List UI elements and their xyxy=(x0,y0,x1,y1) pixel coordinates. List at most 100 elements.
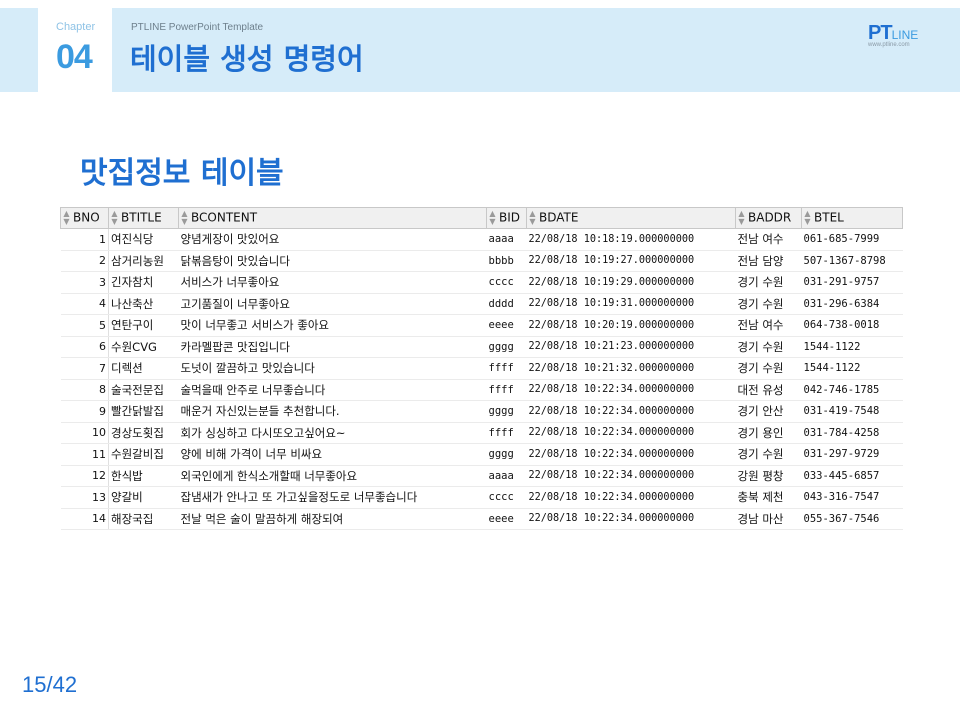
cell-btel[interactable]: 055-367-7546 xyxy=(801,508,903,530)
cell-baddr[interactable]: 경기 수원 xyxy=(735,443,802,466)
cell-bdate[interactable]: 22/08/18 10:19:31.000000000 xyxy=(526,293,736,315)
cell-btel[interactable]: 064-738-0018 xyxy=(801,314,903,337)
cell-bcontent[interactable]: 잡냄새가 안나고 또 가고싶을정도로 너무좋습니다 xyxy=(178,486,487,509)
cell-bid[interactable]: bbbb xyxy=(486,250,527,272)
column-header-btitle[interactable]: ▲ ▼ BTITLE xyxy=(108,207,179,229)
cell-bcontent[interactable]: 양에 비해 가격이 너무 비싸요 xyxy=(178,443,487,466)
cell-baddr[interactable]: 전남 담양 xyxy=(735,250,802,272)
column-header-btel[interactable]: ▲ ▼ BTEL xyxy=(801,207,903,229)
cell-btitle[interactable]: 연탄구이 xyxy=(108,314,179,337)
cell-bdate[interactable]: 22/08/18 10:19:27.000000000 xyxy=(526,250,736,272)
cell-bdate[interactable]: 22/08/18 10:22:34.000000000 xyxy=(526,400,736,423)
cell-btitle[interactable]: 수원CVG xyxy=(108,336,179,358)
table-row[interactable]: 2 삼거리농원 닭볶음탕이 맛있습니다 bbbb 22/08/18 10:19:27.0… xyxy=(60,250,903,272)
table-row[interactable]: 4 나산축산 고기품질이 너무좋아요 dddd 22/08/18 10:19:31.00… xyxy=(60,293,903,315)
cell-baddr[interactable]: 경기 용인 xyxy=(735,422,802,444)
table-row[interactable]: 7 디렉션 도넛이 깔끔하고 맛있습니다 ffff 22/08/18 10:21:32.… xyxy=(60,357,903,380)
cell-bid[interactable]: eeee xyxy=(486,508,527,530)
cell-baddr[interactable]: 충북 제천 xyxy=(735,486,802,509)
table-row[interactable]: 9 빨간닭발집 매운거 자신있는분들 추천합니다. gggg 22/08/18 10:2… xyxy=(60,400,903,423)
cell-bno[interactable]: 6 xyxy=(60,336,109,358)
cell-bid[interactable]: ffff xyxy=(486,379,527,401)
cell-baddr[interactable]: 전남 여수 xyxy=(735,228,802,251)
cell-bdate[interactable]: 22/08/18 10:22:34.000000000 xyxy=(526,443,736,466)
table-row[interactable]: 1 여진식당 양념게장이 맛있어요 aaaa 22/08/18 10:18:19.000… xyxy=(60,228,903,251)
cell-btel[interactable]: 031-296-6384 xyxy=(801,293,903,315)
cell-bid[interactable]: cccc xyxy=(486,271,527,294)
cell-bid[interactable]: dddd xyxy=(486,293,527,315)
column-header-bcontent[interactable]: ▲ ▼ BCONTENT xyxy=(178,207,487,229)
cell-bno[interactable]: 3 xyxy=(60,271,109,294)
cell-bcontent[interactable]: 서비스가 너무좋아요 xyxy=(178,271,487,294)
cell-bdate[interactable]: 22/08/18 10:22:34.000000000 xyxy=(526,465,736,487)
cell-baddr[interactable]: 강원 평창 xyxy=(735,465,802,487)
cell-btel[interactable]: 031-784-4258 xyxy=(801,422,903,444)
cell-bid[interactable]: aaaa xyxy=(486,465,527,487)
cell-btitle[interactable]: 삼거리농원 xyxy=(108,250,179,272)
cell-bcontent[interactable]: 양념게장이 맛있어요 xyxy=(178,228,487,251)
cell-btitle[interactable]: 여진식당 xyxy=(108,228,179,251)
cell-btel[interactable]: 042-746-1785 xyxy=(801,379,903,401)
cell-bcontent[interactable]: 고기품질이 너무좋아요 xyxy=(178,293,487,315)
cell-bno[interactable]: 11 xyxy=(60,443,109,466)
sort-arrows-icon[interactable]: ▲ ▼ xyxy=(804,210,811,226)
table-row[interactable]: 8 술국전문집 술먹을때 안주로 너무좋습니다 ffff 22/08/18 10:22:… xyxy=(60,379,903,401)
cell-baddr[interactable]: 대전 유성 xyxy=(735,379,802,401)
cell-btel[interactable]: 1544-1122 xyxy=(801,336,903,358)
table-row[interactable]: 10 경상도횟집 회가 싱싱하고 다시또오고싶어요~ ffff 22/08/18 10:… xyxy=(60,422,903,444)
cell-bdate[interactable]: 22/08/18 10:21:32.000000000 xyxy=(526,357,736,380)
cell-bdate[interactable]: 22/08/18 10:20:19.000000000 xyxy=(526,314,736,337)
sort-arrows-icon[interactable]: ▲ ▼ xyxy=(738,210,745,226)
cell-btel[interactable]: 1544-1122 xyxy=(801,357,903,380)
table-row[interactable]: 14 해장국집 전날 먹은 술이 말끔하게 해장되여 eeee 22/08/18 10:… xyxy=(60,508,903,530)
cell-bid[interactable]: aaaa xyxy=(486,228,527,251)
cell-baddr[interactable]: 경기 수원 xyxy=(735,293,802,315)
cell-btitle[interactable]: 양갈비 xyxy=(108,486,179,509)
cell-bdate[interactable]: 22/08/18 10:22:34.000000000 xyxy=(526,379,736,401)
cell-bid[interactable]: cccc xyxy=(486,486,527,509)
cell-btitle[interactable]: 경상도횟집 xyxy=(108,422,179,444)
cell-bdate[interactable]: 22/08/18 10:18:19.000000000 xyxy=(526,228,736,251)
table-row[interactable]: 11 수원갈비집 양에 비해 가격이 너무 비싸요 gggg 22/08/18 10:2… xyxy=(60,443,903,466)
cell-bno[interactable]: 14 xyxy=(60,508,109,530)
cell-bno[interactable]: 7 xyxy=(60,357,109,380)
column-header-baddr[interactable]: ▲ ▼ BADDR xyxy=(735,207,802,229)
cell-bno[interactable]: 9 xyxy=(60,400,109,423)
cell-bcontent[interactable]: 도넛이 깔끔하고 맛있습니다 xyxy=(178,357,487,380)
cell-btitle[interactable]: 수원갈비집 xyxy=(108,443,179,466)
cell-baddr[interactable]: 경기 안산 xyxy=(735,400,802,423)
cell-baddr[interactable]: 경기 수원 xyxy=(735,336,802,358)
cell-bdate[interactable]: 22/08/18 10:22:34.000000000 xyxy=(526,422,736,444)
cell-bcontent[interactable]: 회가 싱싱하고 다시또오고싶어요~ xyxy=(178,422,487,444)
cell-bno[interactable]: 5 xyxy=(60,314,109,337)
cell-bcontent[interactable]: 전날 먹은 술이 말끔하게 해장되여 xyxy=(178,508,487,530)
cell-baddr[interactable]: 경기 수원 xyxy=(735,271,802,294)
cell-btitle[interactable]: 나산축산 xyxy=(108,293,179,315)
cell-baddr[interactable]: 경기 수원 xyxy=(735,357,802,380)
cell-bcontent[interactable]: 맛이 너무좋고 서비스가 좋아요 xyxy=(178,314,487,337)
cell-btitle[interactable]: 디렉션 xyxy=(108,357,179,380)
cell-bdate[interactable]: 22/08/18 10:19:29.000000000 xyxy=(526,271,736,294)
cell-bcontent[interactable]: 술먹을때 안주로 너무좋습니다 xyxy=(178,379,487,401)
cell-bdate[interactable]: 22/08/18 10:22:34.000000000 xyxy=(526,486,736,509)
cell-bid[interactable]: gggg xyxy=(486,336,527,358)
table-row[interactable]: 5 연탄구이 맛이 너무좋고 서비스가 좋아요 eeee 22/08/18 10:20:… xyxy=(60,314,903,337)
cell-bid[interactable]: eeee xyxy=(486,314,527,337)
sort-arrows-icon[interactable]: ▲ ▼ xyxy=(529,210,536,226)
cell-btitle[interactable]: 빨간닭발집 xyxy=(108,400,179,423)
table-row[interactable]: 13 양갈비 잡냄새가 안나고 또 가고싶을정도로 너무좋습니다 cccc 22/08/… xyxy=(60,486,903,509)
cell-btel[interactable]: 031-291-9757 xyxy=(801,271,903,294)
cell-bcontent[interactable]: 외국인에게 한식소개할때 너무좋아요 xyxy=(178,465,487,487)
cell-btel[interactable]: 033-445-6857 xyxy=(801,465,903,487)
cell-btitle[interactable]: 해장국집 xyxy=(108,508,179,530)
cell-bid[interactable]: gggg xyxy=(486,400,527,423)
sort-arrows-icon[interactable]: ▲ ▼ xyxy=(111,210,118,226)
table-row[interactable]: 6 수원CVG 카라멜팝콘 맛집입니다 gggg 22/08/18 10:21:23.0… xyxy=(60,336,903,358)
cell-bcontent[interactable]: 닭볶음탕이 맛있습니다 xyxy=(178,250,487,272)
cell-bno[interactable]: 1 xyxy=(60,228,109,251)
cell-bno[interactable]: 13 xyxy=(60,486,109,509)
cell-btel[interactable]: 031-297-9729 xyxy=(801,443,903,466)
cell-btitle[interactable]: 한식밥 xyxy=(108,465,179,487)
table-row[interactable]: 3 긴자참치 서비스가 너무좋아요 cccc 22/08/18 10:19:29.000… xyxy=(60,271,903,294)
cell-bid[interactable]: ffff xyxy=(486,422,527,444)
